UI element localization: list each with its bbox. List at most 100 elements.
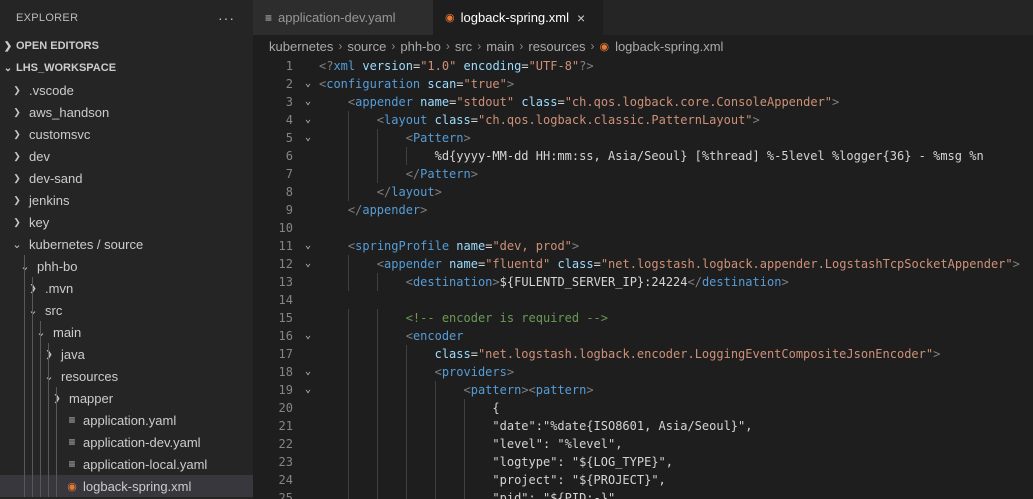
indent-guide bbox=[24, 277, 25, 299]
code-token: springProfile bbox=[355, 239, 450, 253]
code-line: 13 <destination>${FULENTD_SERVER_IP}:242… bbox=[253, 273, 1033, 291]
tree-item-label: kubernetes / source bbox=[29, 236, 144, 252]
code-text: <appender name="fluentd" class="net.logs… bbox=[319, 255, 1020, 273]
tree-item-label: application.yaml bbox=[83, 412, 177, 428]
code-text: <layout class="ch.qos.logback.classic.Pa… bbox=[319, 111, 760, 129]
tree-item-label: phh-bo bbox=[37, 258, 78, 274]
code-line: 21 "date":"%date{ISO8601, Asia/Seoul}", bbox=[253, 417, 1033, 435]
tab-logback-spring-xml[interactable]: ◉ logback-spring.xml × bbox=[433, 0, 603, 35]
tree-item[interactable]: ◉ logback-spring.xml bbox=[0, 475, 253, 497]
tree-item[interactable]: ❯ dev-sand bbox=[0, 167, 253, 189]
code-token: class bbox=[521, 95, 558, 109]
fold-chevron-icon[interactable]: ⌄ bbox=[301, 111, 315, 129]
tree-item[interactable]: ≡ application-dev.yaml bbox=[0, 431, 253, 453]
code-token: </ bbox=[376, 185, 392, 199]
tab-label: application-dev.yaml bbox=[278, 10, 396, 25]
chevron-right-icon: ❯ bbox=[13, 150, 21, 161]
tree-item[interactable]: ❯ key bbox=[0, 211, 253, 233]
tree-item[interactable]: ❯ dev bbox=[0, 145, 253, 167]
indent-guide bbox=[56, 409, 57, 431]
line-number: 21 bbox=[278, 419, 293, 433]
fold-chevron-icon[interactable]: ⌄ bbox=[301, 237, 315, 255]
fold-chevron-icon[interactable]: ⌄ bbox=[301, 75, 315, 93]
breadcrumb-item[interactable]: source bbox=[347, 39, 386, 54]
tree-item[interactable]: ⌄ resources bbox=[0, 365, 253, 387]
fold-chevron-icon[interactable]: ⌄ bbox=[301, 363, 315, 381]
line-number: 18 bbox=[278, 365, 293, 379]
code-token: = bbox=[557, 95, 565, 109]
indent-guide bbox=[40, 321, 41, 343]
close-icon[interactable]: × bbox=[577, 10, 585, 26]
code-line: 15 <!-- encoder is required --> bbox=[253, 309, 1033, 327]
code-token: "fluentd" bbox=[485, 257, 551, 271]
code-token: ?> bbox=[579, 59, 594, 73]
fold-chevron-icon[interactable]: ⌄ bbox=[301, 129, 315, 147]
tree-item[interactable]: ≡ application.yaml bbox=[0, 409, 253, 431]
code-line: 11 ⌄ <springProfile name="dev, prod"> bbox=[253, 237, 1033, 255]
code-token: "net.logstash.logback.appender.LogstashT… bbox=[600, 257, 1013, 271]
tree-item[interactable]: ❯ customsvc bbox=[0, 123, 253, 145]
breadcrumb-item[interactable]: logback-spring.xml bbox=[615, 39, 723, 54]
tree-item[interactable]: ⌄ main bbox=[0, 321, 253, 343]
tree-item-label: dev bbox=[29, 148, 50, 164]
code-text: </appender> bbox=[319, 201, 427, 219]
chevron-right-icon: › bbox=[445, 39, 450, 53]
code-line: 6 %d{yyyy-MM-dd HH:mm:ss, Asia/Seoul} [%… bbox=[253, 147, 1033, 165]
tree-item[interactable]: ❯ .vscode bbox=[0, 79, 253, 101]
code-token: < bbox=[434, 365, 442, 379]
code-token: > bbox=[752, 113, 760, 127]
tree-item-label: aws_handson bbox=[29, 104, 110, 120]
code-token: destination bbox=[701, 275, 782, 289]
tree-item[interactable]: ⌄ src bbox=[0, 299, 253, 321]
tree-item[interactable]: ❯ jenkins bbox=[0, 189, 253, 211]
code-token: "stdout" bbox=[456, 95, 515, 109]
indent-guide bbox=[24, 409, 25, 431]
line-number: 25 bbox=[278, 491, 293, 499]
chevron-right-icon: ❯ bbox=[13, 216, 21, 227]
indent-guide bbox=[40, 475, 41, 497]
open-editors-section[interactable]: ❯ OPEN EDITORS bbox=[0, 35, 253, 57]
breadcrumb-item[interactable]: kubernetes bbox=[269, 39, 333, 54]
code-text: </layout> bbox=[319, 183, 442, 201]
code-text: "pid": "${PID:-}" bbox=[319, 489, 615, 499]
fold-chevron-icon[interactable]: ⌄ bbox=[301, 255, 315, 273]
code-line: 25 "pid": "${PID:-}" bbox=[253, 489, 1033, 499]
code-token: "date":"%date{ISO8601, Asia/Seoul}", bbox=[319, 419, 753, 433]
indent-guide bbox=[48, 387, 49, 409]
code-editor[interactable]: 1 <?xml version="1.0" encoding="UTF-8"?> 2… bbox=[253, 57, 1033, 499]
more-actions-icon[interactable]: ··· bbox=[218, 10, 235, 26]
breadcrumb-item[interactable]: src bbox=[455, 39, 472, 54]
tree-item[interactable]: ≡ application-local.yaml bbox=[0, 453, 253, 475]
workspace-section[interactable]: ⌄ LHS_WORKSPACE bbox=[0, 57, 253, 79]
tree-item-label: main bbox=[53, 324, 82, 340]
tree-item[interactable]: ❯ java bbox=[0, 343, 253, 365]
breadcrumb-item[interactable]: resources bbox=[528, 39, 585, 54]
chevron-right-icon: › bbox=[477, 39, 482, 53]
code-token: "project": "${PROJECT}", bbox=[319, 473, 666, 487]
breadcrumb-item[interactable]: main bbox=[486, 39, 514, 54]
fold-chevron-icon[interactable]: ⌄ bbox=[301, 381, 315, 399]
chevron-right-icon: ❯ bbox=[41, 349, 57, 360]
line-number: 8 bbox=[285, 185, 293, 199]
tree-item[interactable]: ⌄ kubernetes / source bbox=[0, 233, 253, 255]
code-token: name bbox=[420, 95, 450, 109]
tree-item[interactable]: ❯ aws_handson bbox=[0, 101, 253, 123]
tree-item[interactable]: ❯ mapper bbox=[0, 387, 253, 409]
breadcrumb-item[interactable]: phh-bo bbox=[400, 39, 440, 54]
code-token: < bbox=[376, 113, 385, 127]
line-number: 14 bbox=[278, 293, 293, 307]
fold-chevron-icon[interactable]: ⌄ bbox=[301, 93, 315, 111]
tree-item[interactable]: ⌄ phh-bo bbox=[0, 255, 253, 277]
section-label: LHS_WORKSPACE bbox=[16, 62, 117, 74]
code-token: > bbox=[420, 203, 428, 217]
code-token: encoding bbox=[463, 59, 522, 73]
fold-chevron-icon[interactable]: ⌄ bbox=[301, 327, 315, 345]
section-label: OPEN EDITORS bbox=[16, 40, 99, 52]
chevron-right-icon: ❯ bbox=[25, 283, 41, 294]
tree-item[interactable]: ❯ .mvn bbox=[0, 277, 253, 299]
tree-item-label: jenkins bbox=[29, 192, 70, 208]
tab-application-dev-yaml[interactable]: ≡ application-dev.yaml bbox=[253, 0, 433, 35]
